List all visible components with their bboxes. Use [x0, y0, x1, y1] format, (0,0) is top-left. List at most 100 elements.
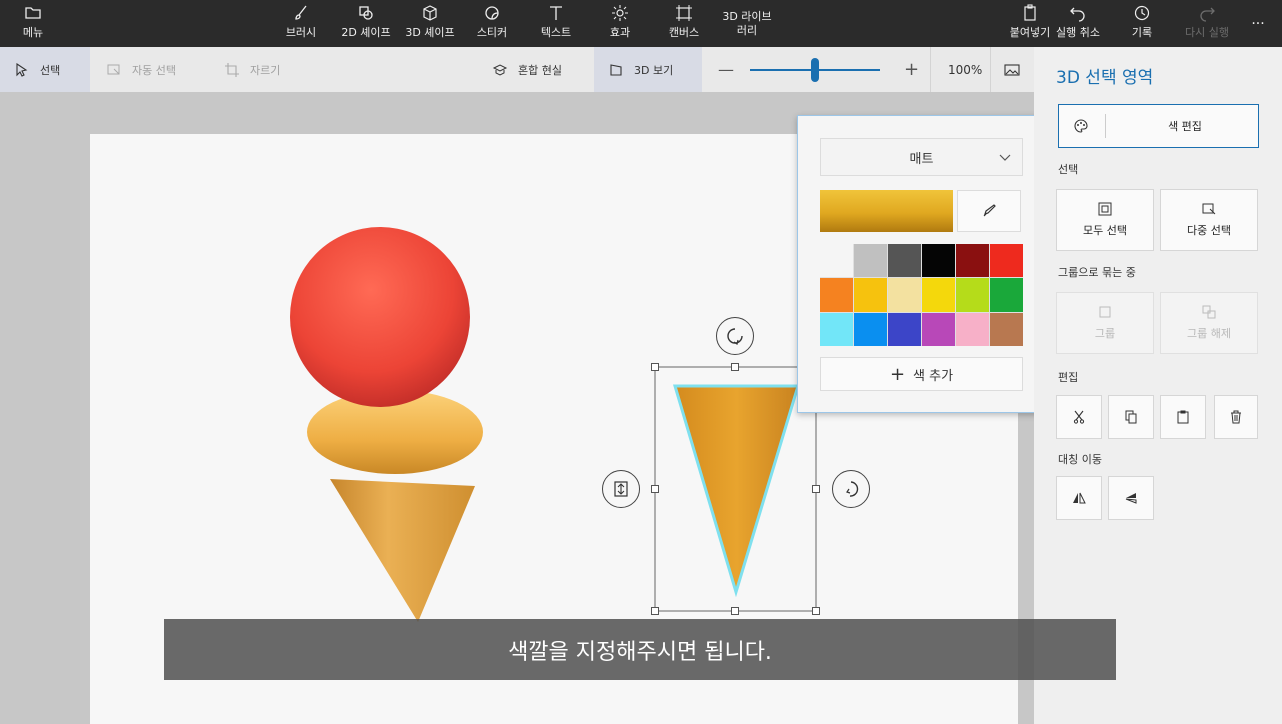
palette-swatch[interactable] [854, 244, 887, 278]
material-dropdown[interactable]: 매트 [820, 138, 1023, 176]
palette-swatch[interactable] [956, 312, 989, 346]
palette-swatch[interactable] [820, 312, 853, 346]
top-toolbar: 메뉴 브러시 2D 셰이프 3D 셰이프 스티커 텍스트 효과 캔버스 3D 라… [0, 0, 1282, 47]
magic-select-icon [107, 64, 120, 74]
divider [1105, 114, 1106, 138]
copy-button[interactable] [1108, 395, 1154, 439]
crop-icon [225, 62, 239, 77]
palette-swatch[interactable] [990, 312, 1023, 346]
group-button[interactable]: 그룹 [1056, 292, 1154, 354]
depth-handle[interactable] [602, 470, 640, 508]
palette-swatch[interactable] [990, 278, 1023, 312]
resize-handle[interactable] [731, 363, 739, 371]
cut-button[interactable] [1056, 395, 1102, 439]
tool-3d-library-label: 3D 라이브 러리 [722, 10, 772, 37]
resize-handle[interactable] [651, 607, 659, 615]
more-button[interactable]: ... [1246, 12, 1270, 52]
multi-select-icon [1202, 203, 1216, 215]
pointer-icon [16, 62, 28, 77]
history-button[interactable]: 기록 [1120, 4, 1164, 44]
sticker-icon [485, 6, 499, 20]
palette-swatch[interactable] [888, 278, 921, 312]
flip-horizontal-button[interactable] [1056, 476, 1102, 520]
magic-select-tool[interactable]: 자동 선택 [92, 47, 202, 92]
edit-color-label: 색 편집 [1168, 120, 1202, 133]
flip-vertical-button[interactable] [1108, 476, 1154, 520]
ice-cream-model[interactable] [290, 227, 483, 622]
select-tool[interactable]: 선택 [0, 47, 90, 92]
mixed-reality-icon [492, 63, 508, 76]
brush-icon [295, 5, 307, 20]
redo-label: 다시 실행 [1185, 26, 1229, 39]
palette-swatch[interactable] [922, 278, 955, 312]
resize-handle[interactable] [651, 485, 659, 493]
material-label: 매트 [909, 151, 934, 167]
multi-select-button[interactable]: 다중 선택 [1160, 189, 1258, 251]
palette-swatch[interactable] [888, 244, 921, 278]
add-color-label: 색 추가 [913, 368, 954, 384]
palette-swatch[interactable] [922, 244, 955, 278]
flip-horizontal-icon [1073, 492, 1086, 504]
palette-swatch[interactable] [854, 312, 887, 346]
zoom-slider-thumb[interactable] [811, 58, 819, 82]
resize-handle[interactable] [651, 363, 659, 371]
rotate-y-handle[interactable] [832, 470, 870, 508]
tool-3d-shapes[interactable]: 3D 셰이프 [400, 4, 460, 44]
delete-button[interactable] [1214, 395, 1258, 439]
resize-handle[interactable] [812, 485, 820, 493]
tool-sticker[interactable]: 스티커 [470, 4, 514, 44]
redo-button[interactable]: 다시 실행 [1178, 4, 1236, 44]
view-3d-button[interactable]: 3D 보기 [594, 47, 702, 92]
select-all-icon [1098, 202, 1112, 216]
menu-button[interactable]: 메뉴 [12, 4, 54, 44]
tool-brush[interactable]: 브러시 [278, 4, 324, 44]
zoom-slider[interactable] [750, 58, 880, 82]
palette-swatch[interactable] [922, 312, 955, 346]
palette-swatch[interactable] [888, 312, 921, 346]
tool-canvas-label: 캔버스 [668, 26, 700, 39]
palette-swatch[interactable] [990, 244, 1023, 278]
folder-icon [25, 7, 41, 19]
tool-3d-shapes-label: 3D 셰이프 [405, 26, 455, 39]
zoom-in-button[interactable]: + [890, 47, 926, 92]
crop-label: 자르기 [250, 63, 281, 77]
tool-brush-label: 브러시 [285, 26, 317, 39]
palette-swatch[interactable] [854, 278, 887, 312]
select-all-button[interactable]: 모두 선택 [1056, 189, 1154, 251]
color-palette [820, 244, 1023, 346]
selected-cone[interactable] [654, 366, 817, 612]
resize-handle[interactable] [731, 607, 739, 615]
rotate-icon [727, 328, 743, 345]
ungroup-icon [1202, 305, 1216, 319]
palette-swatch[interactable] [956, 278, 989, 312]
mixed-reality-button[interactable]: 혼합 현실 [478, 47, 588, 92]
group-label: 그룹 [1094, 327, 1116, 340]
undo-button[interactable]: 실행 취소 [1050, 4, 1106, 44]
tool-canvas[interactable]: 캔버스 [660, 4, 708, 44]
paste-panel-button[interactable] [1160, 395, 1206, 439]
crop-tool[interactable]: 자르기 [210, 47, 300, 92]
view-options-button[interactable] [994, 47, 1032, 92]
edit-color-button[interactable]: 색 편집 [1058, 104, 1259, 148]
tool-effects[interactable]: 효과 [598, 4, 642, 44]
zoom-out-label: — [718, 60, 734, 79]
shapes-2d-icon [359, 6, 373, 20]
rotate-x-handle[interactable] [716, 317, 754, 355]
palette-swatch[interactable] [956, 244, 989, 278]
resize-handle[interactable] [812, 607, 820, 615]
palette-swatch[interactable] [820, 278, 853, 312]
add-color-button[interactable]: + 색 추가 [820, 357, 1023, 391]
ungroup-label: 그룹 해제 [1187, 327, 1231, 340]
ungroup-button[interactable]: 그룹 해제 [1160, 292, 1258, 354]
tool-text[interactable]: 텍스트 [534, 4, 578, 44]
tool-3d-library[interactable]: 3D 라이브 러리 [716, 10, 778, 50]
video-subtitle: 색깔을 지정해주시면 됩니다. [164, 619, 1116, 680]
canvas-icon [676, 5, 692, 21]
image-icon [1004, 63, 1020, 76]
plus-icon: + [889, 363, 906, 385]
eyedropper-button[interactable] [957, 190, 1021, 232]
tool-2d-shapes[interactable]: 2D 셰이프 [336, 4, 396, 44]
select-tool-label: 선택 [40, 63, 61, 77]
palette-swatch[interactable] [820, 244, 853, 278]
zoom-out-button[interactable]: — [704, 47, 744, 92]
